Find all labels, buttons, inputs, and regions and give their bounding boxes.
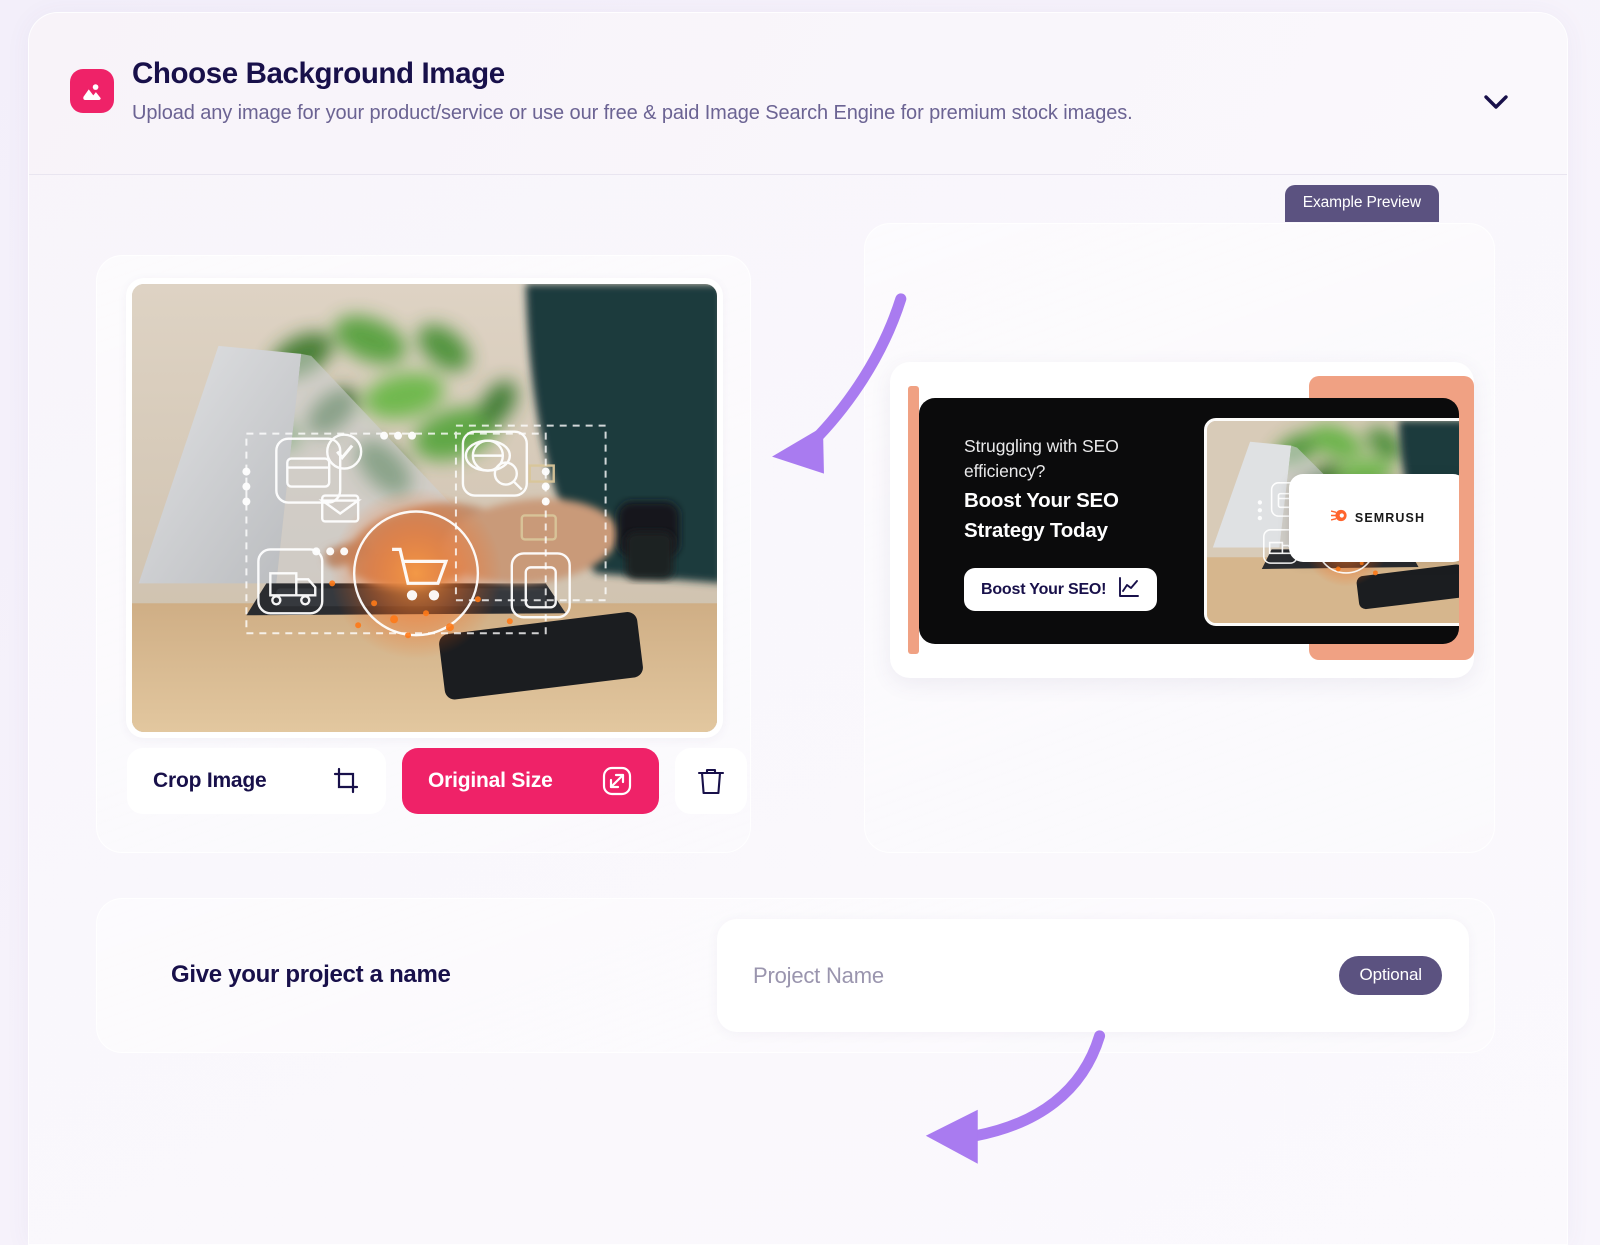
chart-line-icon: [1118, 576, 1140, 603]
arrow-to-generate: [925, 1030, 1106, 1164]
crop-icon: [332, 767, 360, 795]
ad-headline-line2: Strategy Today: [964, 519, 1108, 543]
original-size-label: Original Size: [428, 769, 553, 792]
image-action-buttons: Crop Image Original Size: [127, 748, 747, 814]
section-header: Choose Background Image Upload any image…: [29, 13, 1567, 175]
ad-copy: Struggling with SEO efficiency? Boost Yo…: [964, 434, 1184, 545]
brand-logo: SEMRUSH: [1289, 474, 1459, 562]
image-icon: [70, 69, 114, 113]
ad-kicker: Struggling with SEO efficiency?: [964, 436, 1119, 481]
ad-cta-label: Boost Your SEO!: [981, 580, 1107, 598]
uploaded-image-panel: Crop Image Original Size: [96, 255, 751, 853]
uploaded-image-preview[interactable]: [132, 284, 717, 732]
project-name-strip: Give your project a name Optional: [96, 898, 1495, 1053]
example-preview-panel: Struggling with SEO efficiency? Boost Yo…: [864, 223, 1495, 853]
page-title: Choose Background Image: [132, 57, 505, 90]
ad-cta-button[interactable]: Boost Your SEO!: [964, 568, 1158, 611]
original-size-button[interactable]: Original Size: [402, 748, 659, 814]
ad-inner-dark: Struggling with SEO efficiency? Boost Yo…: [919, 398, 1459, 644]
chevron-down-icon[interactable]: [1481, 87, 1511, 117]
semrush-comet-icon: [1330, 507, 1348, 529]
crop-image-label: Crop Image: [153, 769, 267, 792]
optional-badge: Optional: [1339, 956, 1442, 995]
example-preview-badge: Example Preview: [1284, 185, 1439, 222]
resize-diagonal-icon: [601, 765, 633, 797]
section-body: Crop Image Original Size Example Preview…: [29, 175, 1567, 1244]
brand-name: SEMRUSH: [1354, 511, 1426, 525]
delete-image-button[interactable]: [675, 748, 747, 814]
project-name-field[interactable]: Optional: [717, 919, 1469, 1032]
ad-preview-card[interactable]: Struggling with SEO efficiency? Boost Yo…: [890, 362, 1474, 678]
project-name-label: Give your project a name: [171, 961, 451, 988]
crop-image-button[interactable]: Crop Image: [127, 748, 386, 814]
ad-headline-line1: Boost Your SEO: [964, 488, 1119, 512]
page-subtitle: Upload any image for your product/servic…: [132, 102, 1133, 124]
project-name-input[interactable]: [753, 919, 1333, 1032]
trash-icon: [697, 766, 725, 796]
uploaded-image-frame: [126, 278, 723, 738]
ad-accent-left: [908, 386, 919, 654]
choose-background-image-card: Choose Background Image Upload any image…: [28, 12, 1568, 1245]
